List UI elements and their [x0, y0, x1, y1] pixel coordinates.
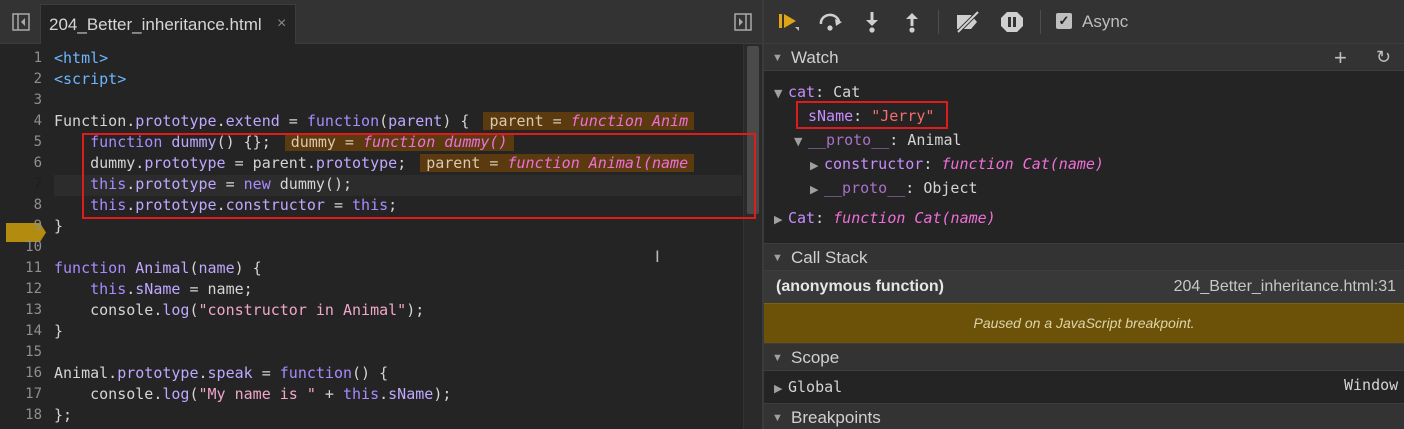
source-editor-pane: 204_Better_inheritance.html × 1234567891… — [0, 0, 762, 429]
line-number[interactable]: 1 — [0, 48, 42, 69]
editor-tab-bar: 204_Better_inheritance.html × — [0, 0, 762, 44]
call-frame-name: (anonymous function) — [776, 278, 944, 295]
resume-icon[interactable] — [778, 11, 802, 33]
line-number[interactable]: 12 — [0, 279, 42, 300]
property-proto[interactable]: ▼ __proto__: Animal — [794, 129, 962, 153]
property-proto-object[interactable]: ▶ __proto__: Object — [810, 177, 978, 201]
expanded-triangle-icon: ▼ — [794, 135, 803, 148]
property-constructor[interactable]: ▶ constructor: function Cat(name) — [810, 153, 1104, 177]
line-number[interactable]: 11 — [0, 258, 42, 279]
line-number-gutter[interactable]: 1 2 3 4 5 6 7 8 9 10 11 12 13 14 15 16 17 18 — [0, 48, 46, 429]
code-line: Function.prototype.extend = function(par… — [54, 111, 695, 132]
toggle-debugger-icon[interactable] — [734, 13, 752, 31]
close-tab-icon[interactable]: × — [277, 15, 286, 33]
collapsed-triangle-icon: ▶ — [774, 382, 783, 395]
code-line: <html> — [54, 49, 109, 67]
step-into-icon[interactable] — [862, 11, 886, 33]
file-tab-label: 204_Better_inheritance.html — [49, 15, 262, 34]
toggle-navigator-icon[interactable] — [12, 13, 30, 31]
collapsed-triangle-icon: ▶ — [810, 159, 819, 172]
debugger-sidebar: ✓ Async ▼ Watch + ↻ ▼ cat: Cat sName: "Je… — [764, 0, 1404, 429]
file-tab[interactable]: 204_Better_inheritance.html × — [40, 4, 296, 44]
code-line: <script> — [54, 70, 127, 88]
code-line: console.log("constructor in Animal"); — [54, 301, 425, 319]
pause-on-exceptions-icon[interactable] — [1000, 11, 1024, 33]
async-label: Async — [1082, 12, 1129, 31]
line-number[interactable]: 5 — [0, 132, 42, 153]
add-watch-icon[interactable]: + — [1334, 45, 1347, 71]
collapse-triangle-icon: ▼ — [772, 252, 783, 264]
watch-title: Watch — [791, 48, 839, 67]
line-number[interactable]: 4 — [0, 111, 42, 132]
code-line: function Animal(name) { — [54, 259, 262, 277]
annotation-highlight-box — [82, 133, 756, 219]
toolbar-separator — [1040, 10, 1041, 34]
paused-status-bar: Paused on a JavaScript breakpoint. — [764, 303, 1404, 343]
refresh-icon[interactable]: ↻ — [1376, 47, 1391, 68]
line-number[interactable]: 13 — [0, 300, 42, 321]
breakpoints-section-header[interactable]: ▼ Breakpoints — [764, 403, 1404, 429]
watch-section-header[interactable]: ▼ Watch + ↻ — [764, 43, 1404, 71]
call-stack-title: Call Stack — [791, 248, 868, 267]
step-over-icon[interactable] — [818, 11, 842, 33]
deactivate-breakpoints-icon[interactable] — [954, 11, 980, 33]
expanded-triangle-icon: ▼ — [774, 87, 783, 100]
scope-section-header[interactable]: ▼ Scope — [764, 343, 1404, 371]
breakpoints-title: Breakpoints — [791, 408, 881, 427]
debugger-toolbar: ✓ Async — [764, 0, 1404, 44]
inline-value: parent = function Anim — [483, 112, 695, 130]
code-line: } — [54, 217, 64, 235]
scope-global-value: Window — [1344, 376, 1399, 394]
annotation-highlight-box — [796, 101, 948, 129]
code-line: console.log("My name is " + this.sName); — [54, 385, 452, 403]
call-frame-row[interactable]: (anonymous function) 204_Better_inherita… — [764, 271, 1404, 303]
line-number[interactable]: 18 — [0, 405, 42, 426]
text-cursor-icon: I — [655, 247, 660, 266]
code-line: }; — [54, 406, 73, 424]
watch-item-Cat[interactable]: ▶ Cat: function Cat(name) — [774, 207, 996, 231]
async-checkbox[interactable]: ✓ — [1056, 13, 1072, 29]
call-frame-location[interactable]: 204_Better_inheritance.html:31 — [1174, 278, 1396, 296]
paused-message: Paused on a JavaScript breakpoint. — [973, 315, 1195, 331]
line-number[interactable]: 17 — [0, 384, 42, 405]
line-number[interactable]: 6 — [0, 153, 42, 174]
line-number[interactable]: 14 — [0, 321, 42, 342]
code-line: this.sName = name; — [90, 280, 253, 298]
line-number[interactable]: 7 — [0, 174, 42, 195]
scope-item-global[interactable]: ▶ Global — [774, 376, 842, 400]
collapse-triangle-icon: ▼ — [772, 412, 783, 424]
line-number[interactable]: 15 — [0, 342, 42, 363]
editor-scrollbar[interactable] — [743, 44, 762, 429]
line-number[interactable]: 9 — [0, 216, 42, 237]
line-number[interactable]: 10 — [0, 237, 42, 258]
collapse-triangle-icon: ▼ — [772, 352, 783, 364]
line-number[interactable]: 8 — [0, 195, 42, 216]
toolbar-separator — [938, 10, 939, 34]
collapsed-triangle-icon: ▶ — [774, 213, 783, 226]
line-number[interactable]: 2 — [0, 69, 42, 90]
code-line: Animal.prototype.speak = function() { — [54, 364, 389, 382]
line-number[interactable]: 3 — [0, 90, 42, 111]
call-stack-section-header[interactable]: ▼ Call Stack — [764, 243, 1404, 271]
collapsed-triangle-icon: ▶ — [810, 183, 819, 196]
line-number[interactable]: 16 — [0, 363, 42, 384]
step-out-icon[interactable] — [902, 11, 926, 33]
code-line: } — [54, 322, 64, 340]
collapse-triangle-icon: ▼ — [772, 52, 783, 64]
scope-title: Scope — [791, 348, 840, 367]
code-area[interactable]: <html> <script> Function.prototype.exten… — [54, 48, 742, 429]
